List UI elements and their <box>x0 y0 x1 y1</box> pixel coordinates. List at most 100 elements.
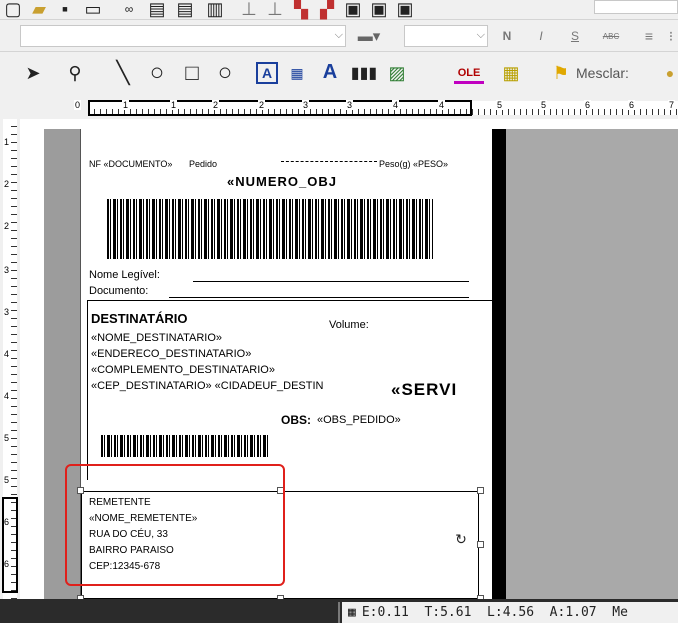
pedido-dashed-line <box>281 161 377 162</box>
ruler-number: 1 <box>122 100 130 110</box>
bold-button[interactable]: N <box>498 27 516 45</box>
numero-obj-field[interactable]: «NUMERO_OBJ <box>227 174 337 189</box>
barcode-icon[interactable]: ▮▮▮ <box>351 62 377 84</box>
ruler-number: 3 <box>4 265 10 275</box>
print-dropdown-icon[interactable]: ▬▾ <box>352 27 386 45</box>
align-left-icon[interactable]: ≡ <box>640 27 658 45</box>
status-bar: ▦ E:0.11 T:5.61 L:4.56 A:1.07 Me <box>0 599 678 623</box>
font-size-combo[interactable]: ⌵ <box>404 25 488 47</box>
ruler-number: 2 <box>258 100 266 110</box>
servico-field[interactable]: «SERVI <box>391 380 457 400</box>
image-icon[interactable]: ▨ <box>386 62 408 84</box>
cut-icon[interactable]: ▤ <box>148 0 166 19</box>
zoom-icon[interactable]: ⚲ <box>64 62 86 84</box>
nome-destinatario-field[interactable]: «NOME_DESTINATARIO» <box>91 332 222 344</box>
status-coordinates: E:0.11 T:5.61 L:4.56 A:1.07 Me <box>361 605 628 620</box>
align-bottom-icon[interactable]: ⊥ <box>266 0 284 19</box>
find-icon[interactable]: ∞ <box>120 0 138 18</box>
ruler-number: 4 <box>4 349 10 359</box>
ruler-number: 1 <box>170 100 178 110</box>
align-icon[interactable]: ⊥ <box>240 0 258 19</box>
destinatario-title: DESTINATÁRIO <box>91 311 188 326</box>
ruler-number: 1 <box>4 137 10 147</box>
cep-barcode[interactable] <box>101 435 269 457</box>
group-icon[interactable]: ▣ <box>344 0 362 19</box>
mesclar-dropdown-icon[interactable]: ● <box>662 65 678 81</box>
ruler-number: 5 <box>540 100 548 110</box>
open-folder-icon[interactable]: ▰ <box>30 0 48 19</box>
zoom-combo[interactable] <box>594 0 678 14</box>
highlight-frame <box>65 464 285 586</box>
ruler-number: 5 <box>4 475 10 485</box>
ruler-number: 3 <box>4 307 10 317</box>
ruler-number: 6 <box>4 559 10 569</box>
ruler-number: 2 <box>4 179 10 189</box>
rotate-icon[interactable]: ↻ <box>453 531 469 547</box>
ruler-number: 3 <box>346 100 354 110</box>
print-icon[interactable]: ▭ <box>84 0 102 19</box>
status-separator <box>338 602 340 623</box>
layer-icon[interactable]: ▣ <box>396 0 414 19</box>
page-margin-right-shadow <box>492 129 506 599</box>
strike-button[interactable]: ABC <box>598 27 624 45</box>
ruler-number: 4 <box>392 100 400 110</box>
selection-handle[interactable] <box>477 487 484 494</box>
chevron-down-icon: ⌵ <box>334 29 343 41</box>
ole-icon[interactable]: OLE <box>454 64 484 84</box>
line-icon[interactable]: ╲ <box>112 60 134 85</box>
ruler-number: 6 <box>4 517 10 527</box>
nome-legivel-line <box>193 281 469 282</box>
documento-label: Documento: <box>89 285 149 297</box>
pedido-field[interactable]: Pedido <box>189 159 217 169</box>
ruler-number: 0 <box>74 100 82 110</box>
ruler-number: 4 <box>438 100 446 110</box>
grid-status-icon: ▦ <box>348 605 356 620</box>
pointer-icon[interactable]: ➤ <box>24 62 42 84</box>
ruler-number: 7 <box>668 100 676 110</box>
underline-button[interactable]: S <box>566 27 584 45</box>
endereco-destinatario-field[interactable]: «ENDERECO_DESTINATARIO» <box>91 348 251 360</box>
text-icon[interactable]: A <box>318 60 342 84</box>
grid-icon[interactable]: ▦ <box>500 62 522 84</box>
obs-label: OBS: <box>281 413 311 427</box>
page-outside-area <box>506 129 678 599</box>
ruler-vertical[interactable]: 1 2 2 3 3 4 4 5 5 6 6 <box>0 119 20 599</box>
status-panel: ▦ E:0.11 T:5.61 L:4.56 A:1.07 Me <box>342 602 678 623</box>
circle-icon[interactable]: ○ <box>212 59 238 86</box>
nome-legivel-label: Nome Legível: <box>89 269 160 281</box>
align-center-icon[interactable]: ⁝ <box>664 27 678 45</box>
ruler-number: 3 <box>302 100 310 110</box>
new-icon[interactable]: ▢ <box>4 0 22 19</box>
complemento-destinatario-field[interactable]: «COMPLEMENTO_DESTINATARIO» <box>91 364 275 376</box>
rectangle-icon[interactable]: □ <box>180 60 204 85</box>
peso-field[interactable]: Peso(g) «PESO» <box>379 159 448 169</box>
ellipse-icon[interactable]: ○ <box>144 59 170 86</box>
paste-icon[interactable]: ▥ <box>206 0 224 19</box>
save-icon[interactable]: ▪ <box>56 0 74 19</box>
text-frame-icon[interactable]: A <box>256 62 278 84</box>
copy-icon[interactable]: ▤ <box>176 0 194 19</box>
chevron-down-icon: ⌵ <box>476 29 485 41</box>
ruler-vertical-selection <box>2 497 18 593</box>
memo-icon[interactable]: ▦ <box>286 62 308 84</box>
ungroup-icon[interactable]: ▣ <box>370 0 388 19</box>
volume-field[interactable]: Volume: <box>329 319 369 331</box>
nf-documento-field[interactable]: NF «DOCUMENTO» <box>89 159 172 169</box>
tracking-barcode[interactable] <box>107 199 433 259</box>
mesclar-label: Mesclar: <box>576 65 629 81</box>
cep-cidade-field[interactable]: «CEP_DESTINATARIO» «CIDADEUF_DESTIN <box>91 380 323 392</box>
ruler-number: 5 <box>4 433 10 443</box>
ruler-number: 6 <box>584 100 592 110</box>
send-back-icon[interactable]: ▞ <box>318 0 336 19</box>
ruler-horizontal[interactable]: 0 1 1 2 2 3 3 4 4 5 5 6 6 7 <box>0 97 678 119</box>
documento-line <box>169 297 469 298</box>
obs-pedido-field[interactable]: «OBS_PEDIDO» <box>317 414 401 426</box>
ruler-number: 5 <box>496 100 504 110</box>
toolbar-tools: ➤ ⚲ ╲ ○ □ ○ A ▦ A ▮▮▮ ▨ OLE ▦ ⚑ Mesclar:… <box>0 52 678 97</box>
font-name-combo[interactable]: ⌵ <box>20 25 346 47</box>
merge-icon[interactable]: ⚑ <box>550 62 572 84</box>
ruler-number: 2 <box>4 221 10 231</box>
bring-front-icon[interactable]: ▚ <box>292 0 310 19</box>
selection-handle[interactable] <box>477 541 484 548</box>
italic-button[interactable]: I <box>532 27 550 45</box>
